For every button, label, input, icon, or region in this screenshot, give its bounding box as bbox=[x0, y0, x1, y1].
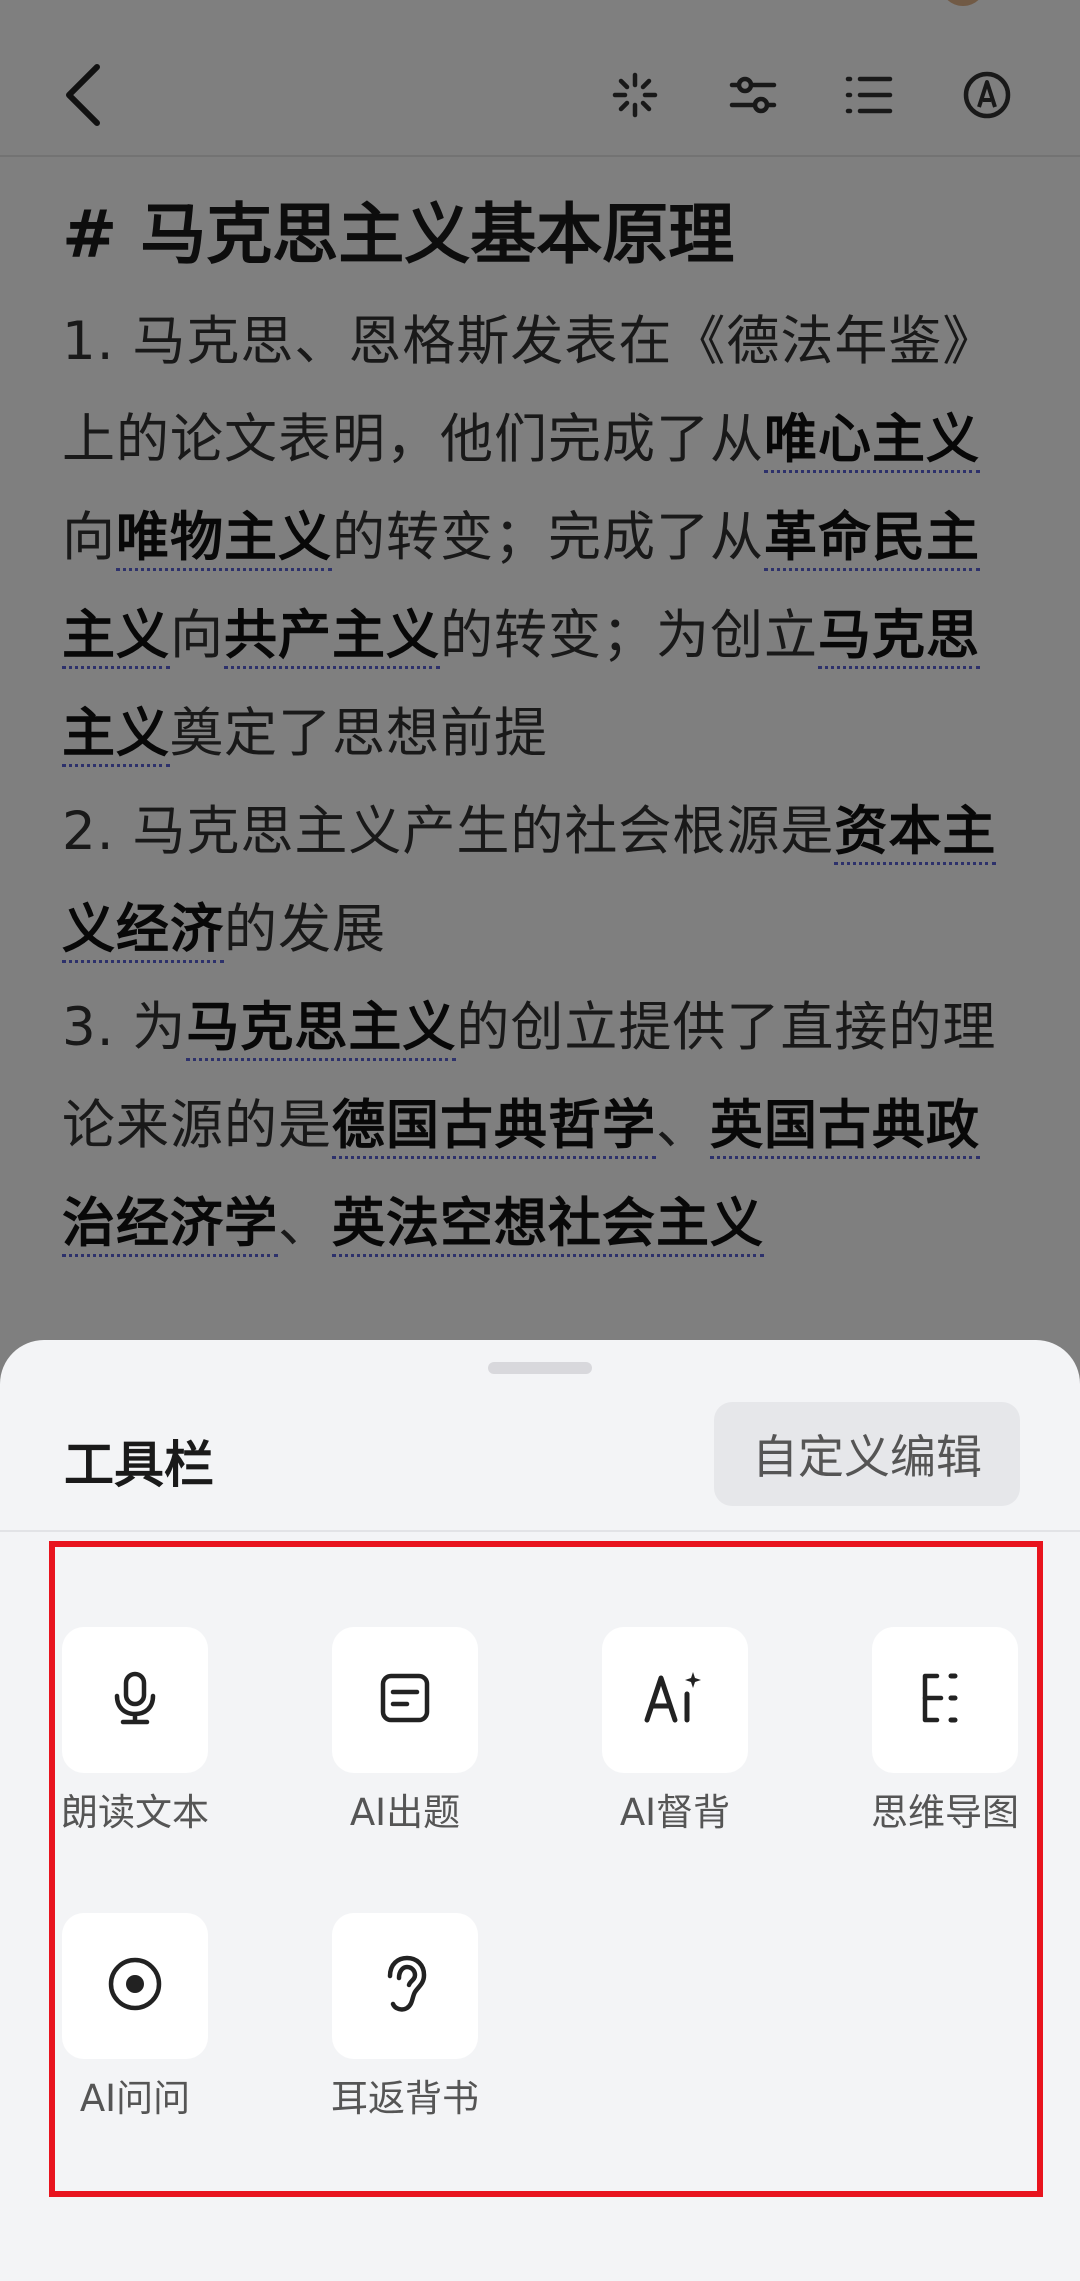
tool-icon-tile bbox=[602, 1627, 748, 1773]
custom-edit-button[interactable]: 自定义编辑 bbox=[714, 1402, 1020, 1506]
tool-label: AI督背 bbox=[619, 1791, 731, 1834]
toolbar-sheet: 工具栏 自定义编辑 朗读文本 AI出题 AI督背 思维导图 AI问问 耳返背书 bbox=[0, 1340, 1080, 2281]
microphone-icon bbox=[107, 1670, 163, 1730]
tool-ai-quiz[interactable]: AI出题 bbox=[292, 1627, 492, 1837]
tool-ai-recite[interactable]: AI督背 bbox=[562, 1627, 762, 1837]
tool-label: AI问问 bbox=[79, 2077, 191, 2120]
sheet-grabber[interactable] bbox=[488, 1362, 592, 1374]
tool-icon-tile bbox=[332, 1913, 478, 2059]
tool-ear-recite[interactable]: 耳返背书 bbox=[292, 1913, 492, 2123]
ai-sparkle-icon bbox=[643, 1670, 707, 1730]
tool-ai-ask[interactable]: AI问问 bbox=[22, 1913, 222, 2123]
tool-icon-tile bbox=[62, 1627, 208, 1773]
tool-icon-tile bbox=[872, 1627, 1018, 1773]
sheet-divider bbox=[0, 1530, 1080, 1532]
sheet-title: 工具栏 bbox=[64, 1436, 214, 1494]
tool-label: 耳返背书 bbox=[331, 2077, 479, 2120]
tool-label: AI出题 bbox=[349, 1791, 461, 1834]
tool-label: 朗读文本 bbox=[61, 1791, 209, 1834]
tool-icon-tile bbox=[62, 1913, 208, 2059]
tool-read-aloud[interactable]: 朗读文本 bbox=[22, 1627, 222, 1837]
mindmap-icon bbox=[915, 1670, 975, 1730]
tool-mind-map[interactable]: 思维导图 bbox=[832, 1627, 1032, 1837]
record-circle-icon bbox=[106, 1955, 164, 2017]
document-icon bbox=[377, 1670, 433, 1730]
tool-icon-tile bbox=[332, 1627, 478, 1773]
ear-icon bbox=[380, 1954, 430, 2018]
tool-label: 思维导图 bbox=[871, 1791, 1019, 1834]
